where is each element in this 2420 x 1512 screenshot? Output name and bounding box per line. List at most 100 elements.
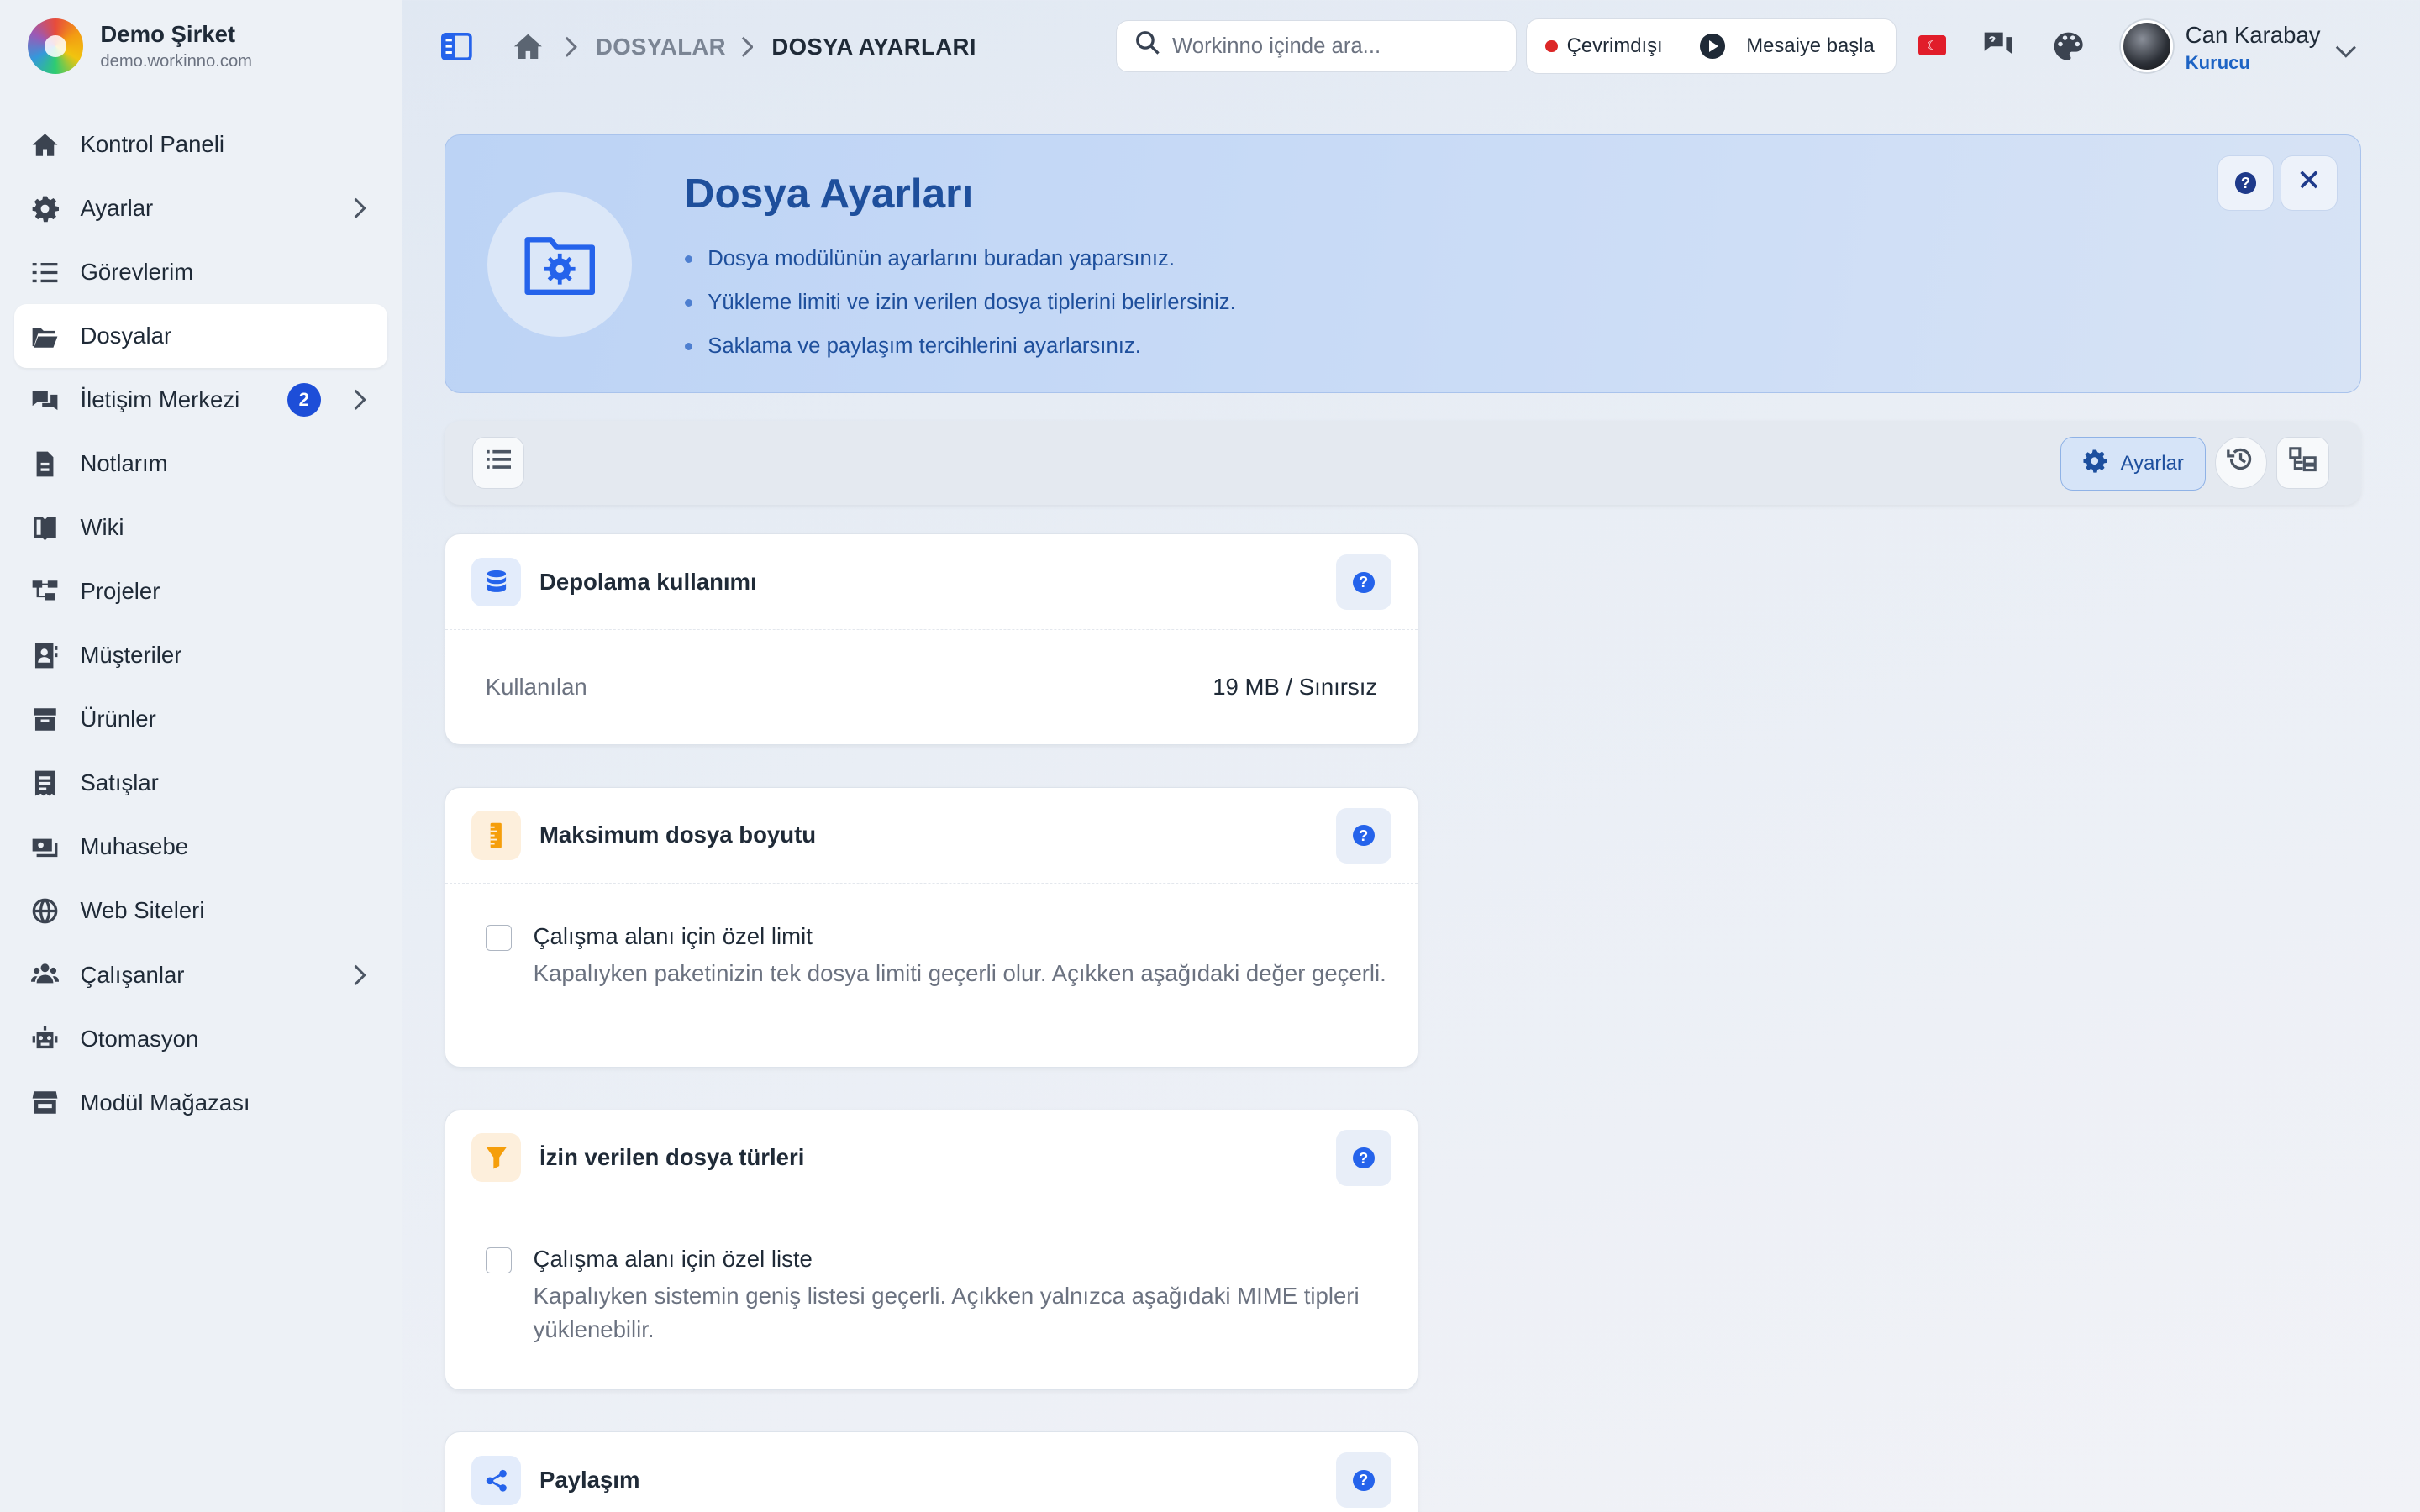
help-button[interactable]: ? <box>1335 1130 1392 1186</box>
folder-open-icon <box>29 321 60 352</box>
user-avatar[interactable] <box>2120 19 2174 73</box>
help-icon: ? <box>1352 1147 1375 1169</box>
user-name[interactable]: Can Karabay <box>2186 22 2321 49</box>
start-shift-label: Mesaiye başla <box>1746 34 1875 58</box>
help-icon: ? <box>1352 1469 1375 1492</box>
chat-icon <box>29 385 60 416</box>
status-dot <box>1544 39 1558 53</box>
sidebar-item-label: Ürünler <box>80 706 156 732</box>
search-input[interactable] <box>1172 34 1497 59</box>
sidebar-item-otomasyon[interactable]: Otomasyon <box>14 1007 387 1071</box>
help-button[interactable]: ? <box>1335 1452 1392 1509</box>
sidebar-item-label: Otomasyon <box>80 1025 199 1052</box>
notification-badge: 2 <box>287 383 322 417</box>
palette-icon[interactable] <box>2051 29 2085 63</box>
sidebar-item-gorevlerim[interactable]: Görevlerim <box>14 240 387 304</box>
sitemap-icon <box>2289 447 2317 478</box>
breadcrumb-dosyalar[interactable]: DOSYALAR <box>596 34 726 60</box>
contact-icon <box>29 640 60 671</box>
home-icon <box>29 129 60 160</box>
brand-domain: demo.workinno.com <box>100 52 253 71</box>
sidebar-item-dosyalar[interactable]: Dosyalar <box>13 304 387 369</box>
allowed-file-types-card: İzin verilen dosya türleri ? Çalışma ala… <box>444 1109 1418 1390</box>
sidebar-item-web-siteleri[interactable]: Web Siteleri <box>14 879 387 942</box>
sidebar-item-wiki[interactable]: Wiki <box>14 496 387 559</box>
list-icon <box>486 449 511 477</box>
sidebar-item-label: Dosyalar <box>80 323 172 349</box>
page-info-banner: Dosya Ayarları Dosya modülünün ayarların… <box>444 134 2362 394</box>
help-button[interactable]: ? <box>1335 554 1392 611</box>
list-view-button[interactable] <box>472 436 525 490</box>
card-title: Maksimum dosya boyutu <box>539 822 817 848</box>
chat-question-icon[interactable] <box>1981 29 2015 63</box>
breadcrumb-current: DOSYA AYARLARI <box>771 34 976 60</box>
database-icon <box>471 557 521 607</box>
note-icon <box>29 449 60 480</box>
close-button[interactable] <box>2280 155 2338 211</box>
close-icon <box>2298 169 2320 197</box>
start-shift-button[interactable]: Mesaiye başla <box>1681 19 1896 73</box>
globe-icon <box>29 895 60 927</box>
sidebar-nav: Kontrol Paneli Ayarlar Görevlerim Dosyal… <box>13 113 387 1135</box>
help-button[interactable]: ? <box>2217 155 2275 211</box>
search-icon <box>1135 30 1172 61</box>
card-title: İzin verilen dosya türleri <box>539 1144 805 1171</box>
option-title: Çalışma alanı için özel limit <box>533 923 813 950</box>
sidebar-item-satislar[interactable]: Satışlar <box>14 751 387 815</box>
option-description: Kapalıyken sistemin geniş listesi geçerl… <box>533 1282 1360 1342</box>
sidebar-item-label: Wiki <box>80 514 124 541</box>
sidebar-item-notlarim[interactable]: Notlarım <box>14 432 387 496</box>
help-button[interactable]: ? <box>1335 807 1392 864</box>
layout-button[interactable] <box>2276 436 2329 490</box>
custom-list-checkbox[interactable] <box>485 1247 512 1274</box>
sidebar-item-label: Web Siteleri <box>80 897 205 924</box>
storage-usage-card: Depolama kullanımı ? Kullanılan 19 MB / … <box>444 533 1418 746</box>
chevron-right-icon <box>352 197 367 219</box>
robot-icon <box>29 1023 60 1054</box>
play-icon <box>1700 34 1725 59</box>
ruler-icon <box>471 810 521 860</box>
users-icon <box>29 959 60 990</box>
project-icon <box>29 576 60 607</box>
history-icon <box>2227 445 2254 480</box>
sidebar-item-muhasebe[interactable]: Muhasebe <box>14 815 387 879</box>
custom-limit-checkbox[interactable] <box>485 925 512 952</box>
card-title: Depolama kullanımı <box>539 568 757 595</box>
store-icon <box>29 1087 60 1118</box>
sidebar-item-label: Görevlerim <box>80 259 194 286</box>
sidebar-item-urunler[interactable]: Ürünler <box>14 687 387 751</box>
sidebar-item-musteriler[interactable]: Müşteriler <box>14 623 387 687</box>
sidebar-item-ayarlar[interactable]: Ayarlar <box>14 176 387 240</box>
search-box[interactable] <box>1115 19 1518 73</box>
help-icon: ? <box>1352 571 1375 594</box>
sidebar-item-label: Muhasebe <box>80 833 189 860</box>
custom-list-option: Çalışma alanı için özel liste Kapalıyken… <box>445 1205 1418 1347</box>
sidebar-item-modul-magazasi[interactable]: Modül Mağazası <box>14 1071 387 1135</box>
sidebar-item-label: Modül Mağazası <box>80 1089 250 1116</box>
sidebar-item-projeler[interactable]: Projeler <box>14 559 387 623</box>
sidebar-item-kontrol-paneli[interactable]: Kontrol Paneli <box>14 113 387 176</box>
status-offline-button[interactable]: Çevrimdışı <box>1527 19 1682 74</box>
help-icon: ? <box>2234 171 2257 194</box>
sidebar-item-label: İletişim Merkezi <box>80 386 240 413</box>
settings-tab-button[interactable]: Ayarlar <box>2060 436 2206 491</box>
share-icon <box>471 1456 521 1505</box>
sidebar-item-iletisim-merkezi[interactable]: İletişim Merkezi 2 <box>14 368 387 432</box>
chevron-right-icon <box>741 35 754 57</box>
top-bar: DOSYALAR DOSYA AYARLARI Çevrimdışı Mesai… <box>404 0 2420 93</box>
chevron-down-icon[interactable] <box>2335 37 2357 58</box>
home-icon[interactable] <box>513 31 544 62</box>
brand[interactable]: Demo Şirket demo.workinno.com <box>28 18 253 75</box>
money-icon <box>29 832 60 863</box>
sidebar-toggle-icon[interactable] <box>441 32 472 60</box>
sidebar-item-label: Projeler <box>80 578 160 605</box>
history-button[interactable] <box>2214 436 2268 490</box>
book-icon <box>29 512 60 543</box>
sidebar-item-label: Çalışanlar <box>80 961 185 988</box>
turkey-flag-icon[interactable]: ☾ <box>1918 35 1947 56</box>
card-title: Paylaşım <box>539 1467 640 1494</box>
sidebar-item-label: Satışlar <box>80 769 159 796</box>
chevron-right-icon <box>352 389 367 411</box>
sidebar: Demo Şirket demo.workinno.com Kontrol Pa… <box>0 0 403 1512</box>
sidebar-item-calisanlar[interactable]: Çalışanlar <box>14 942 387 1006</box>
